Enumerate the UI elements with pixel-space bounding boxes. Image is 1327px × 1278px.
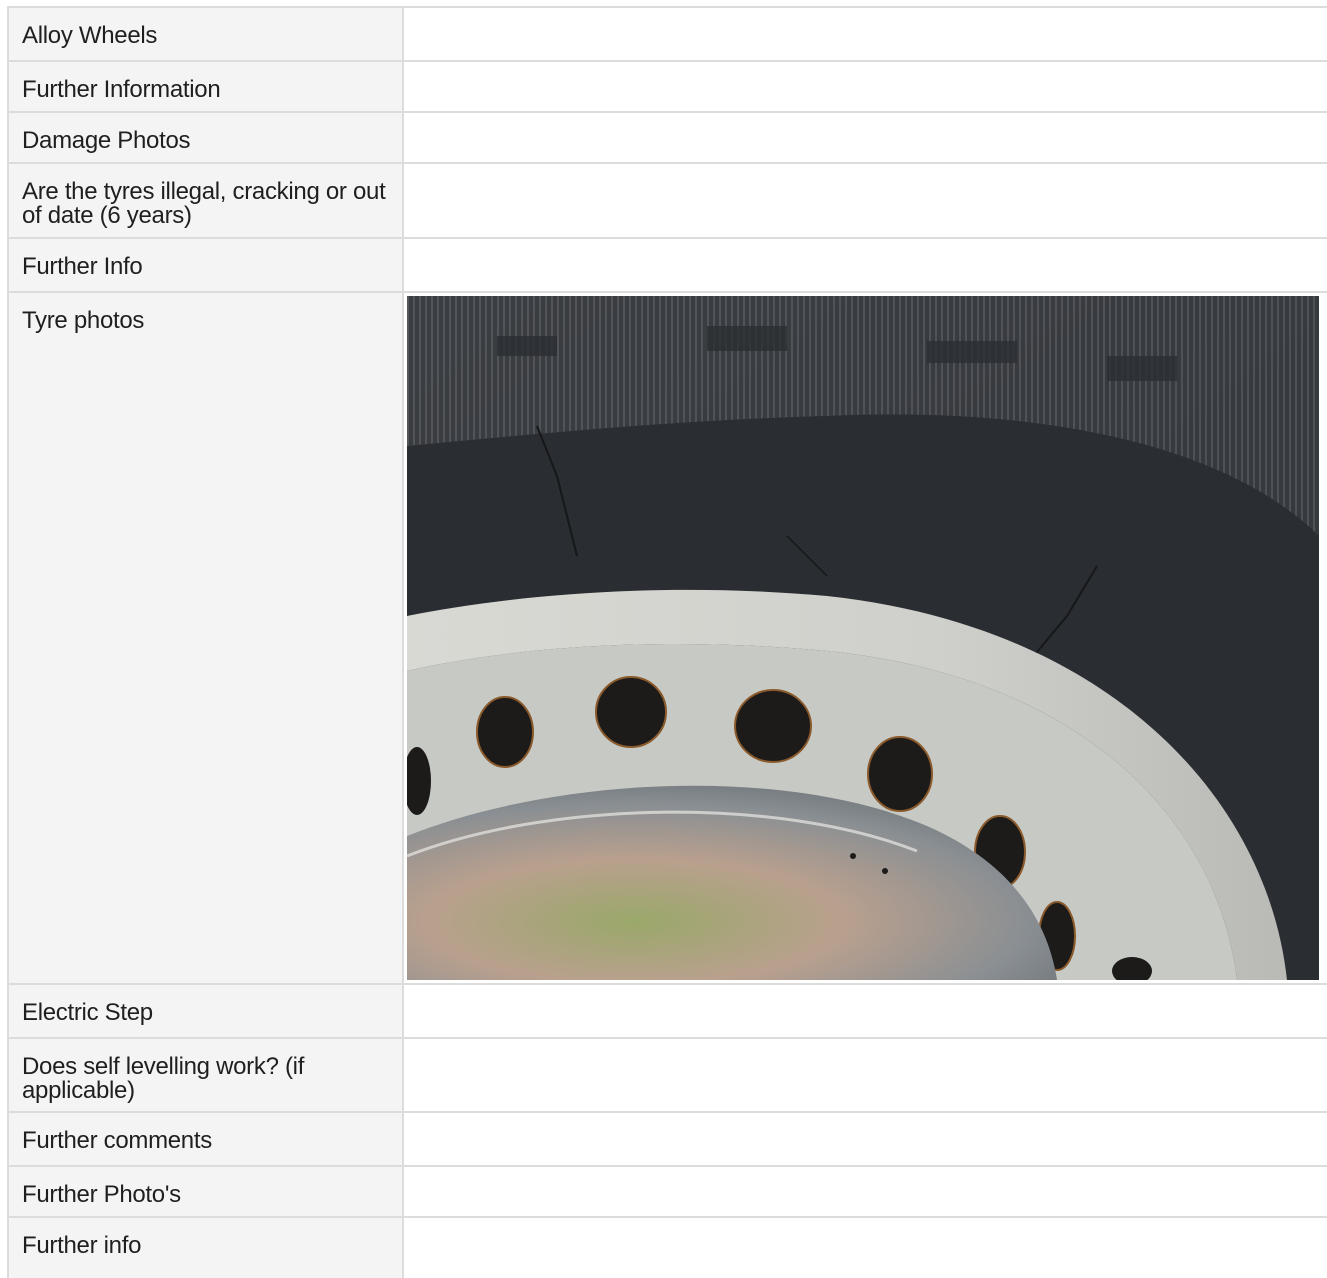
table-row: Does self levelling work? (if applicable… bbox=[7, 1037, 1327, 1111]
row-label-further-info-2: Further info bbox=[7, 1218, 404, 1278]
row-label-further-info: Further Info bbox=[7, 239, 404, 291]
table-row: Are the tyres illegal, cracking or out o… bbox=[7, 162, 1327, 237]
row-label-self-levelling: Does self levelling work? (if applicable… bbox=[7, 1039, 404, 1111]
table-row: Further Information bbox=[7, 60, 1327, 111]
table-row: Further Photo's bbox=[7, 1165, 1327, 1216]
row-label-further-information: Further Information bbox=[7, 62, 404, 111]
row-label-further-photos: Further Photo's bbox=[7, 1167, 404, 1216]
row-value-electric-step bbox=[404, 985, 1327, 1037]
row-value-further-info-2 bbox=[404, 1218, 1327, 1278]
table-row: Electric Step bbox=[7, 983, 1327, 1037]
table-row: Damage Photos bbox=[7, 111, 1327, 162]
row-value-tyres-condition bbox=[404, 164, 1327, 237]
row-value-alloy-wheels bbox=[404, 8, 1327, 60]
row-value-further-comments bbox=[404, 1113, 1327, 1165]
row-value-further-info bbox=[404, 239, 1327, 291]
table-row: Further info bbox=[7, 1216, 1327, 1278]
row-label-electric-step: Electric Step bbox=[7, 985, 404, 1037]
tyre-photo-image[interactable] bbox=[407, 296, 1319, 980]
table-row: Alloy Wheels bbox=[7, 6, 1327, 60]
row-value-tyre-photos bbox=[404, 293, 1327, 983]
table-row: Tyre photos bbox=[7, 291, 1327, 983]
inspection-report-table: Alloy Wheels Further Information Damage … bbox=[7, 6, 1327, 1278]
row-value-self-levelling bbox=[404, 1039, 1327, 1111]
row-label-further-comments: Further comments bbox=[7, 1113, 404, 1165]
row-value-further-photos bbox=[404, 1167, 1327, 1216]
table-row: Further Info bbox=[7, 237, 1327, 291]
row-label-tyres-condition: Are the tyres illegal, cracking or out o… bbox=[7, 164, 404, 237]
table-row: Further comments bbox=[7, 1111, 1327, 1165]
row-label-damage-photos: Damage Photos bbox=[7, 113, 404, 162]
row-value-damage-photos bbox=[404, 113, 1327, 162]
row-label-alloy-wheels: Alloy Wheels bbox=[7, 8, 404, 60]
row-label-tyre-photos: Tyre photos bbox=[7, 293, 404, 983]
row-value-further-information bbox=[404, 62, 1327, 111]
